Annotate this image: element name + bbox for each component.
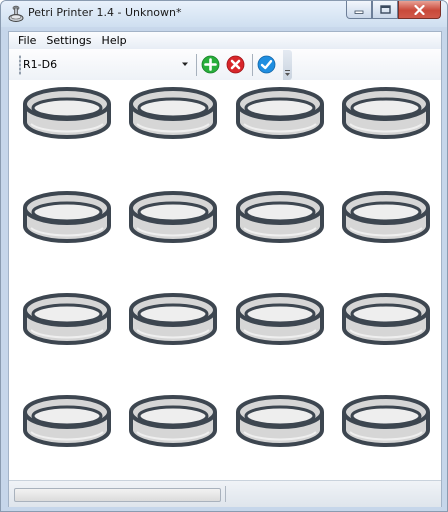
petri-dish-icon[interactable] bbox=[340, 190, 432, 246]
client-area: File Settings Help R1-D6 bbox=[8, 31, 442, 507]
petri-dish-icon[interactable] bbox=[340, 292, 432, 348]
plus-circle-icon[interactable] bbox=[201, 55, 220, 74]
menu-bar: File Settings Help bbox=[9, 32, 441, 49]
menu-help[interactable]: Help bbox=[97, 34, 132, 47]
checkmark-circle-icon[interactable] bbox=[257, 55, 276, 74]
petri-dish-icon[interactable] bbox=[234, 190, 326, 246]
petri-dish-icon[interactable] bbox=[234, 394, 326, 450]
petri-dish-icon[interactable] bbox=[21, 394, 113, 450]
petri-dish-icon[interactable] bbox=[234, 292, 326, 348]
minimize-button[interactable] bbox=[346, 1, 372, 19]
window-controls bbox=[346, 1, 441, 20]
toolbar-grip[interactable] bbox=[19, 55, 21, 75]
close-icon bbox=[414, 4, 425, 15]
petri-dish-icon[interactable] bbox=[234, 86, 326, 142]
layout-select-value: R1-D6 bbox=[23, 58, 58, 71]
minimize-icon bbox=[354, 10, 364, 14]
x-circle-icon[interactable] bbox=[226, 55, 245, 74]
toolbar-separator bbox=[252, 54, 253, 76]
title-bar[interactable]: Petri Printer 1.4 - Unknown* bbox=[1, 1, 447, 27]
toolbar-overflow-button[interactable] bbox=[283, 50, 292, 80]
petri-dish-icon[interactable] bbox=[340, 86, 432, 142]
layout-select[interactable]: R1-D6 bbox=[23, 56, 189, 73]
status-separator bbox=[225, 486, 226, 502]
petri-dish-icon[interactable] bbox=[127, 394, 219, 450]
maximize-icon bbox=[379, 5, 391, 14]
petri-dish-icon[interactable] bbox=[340, 394, 432, 450]
petri-dish-icon[interactable] bbox=[127, 190, 219, 246]
petri-dish-grid bbox=[9, 80, 441, 478]
menu-file[interactable]: File bbox=[9, 34, 41, 47]
app-window: Petri Printer 1.4 - Unknown* File Settin… bbox=[0, 0, 448, 512]
chevron-down-icon bbox=[182, 62, 188, 66]
petri-dish-icon[interactable] bbox=[127, 292, 219, 348]
chevron-down-icon bbox=[285, 70, 290, 76]
status-bar bbox=[9, 480, 441, 507]
flask-icon bbox=[8, 5, 24, 22]
window-title: Petri Printer 1.4 - Unknown* bbox=[28, 6, 182, 19]
progress-bar bbox=[14, 488, 221, 502]
maximize-button[interactable] bbox=[372, 1, 398, 19]
petri-dish-icon[interactable] bbox=[21, 86, 113, 142]
petri-dish-icon[interactable] bbox=[21, 190, 113, 246]
menu-settings[interactable]: Settings bbox=[41, 34, 96, 47]
petri-dish-icon[interactable] bbox=[127, 86, 219, 142]
toolbar-separator bbox=[196, 54, 197, 76]
toolbar: R1-D6 bbox=[9, 49, 441, 80]
petri-dish-icon[interactable] bbox=[21, 292, 113, 348]
close-button[interactable] bbox=[398, 1, 441, 19]
